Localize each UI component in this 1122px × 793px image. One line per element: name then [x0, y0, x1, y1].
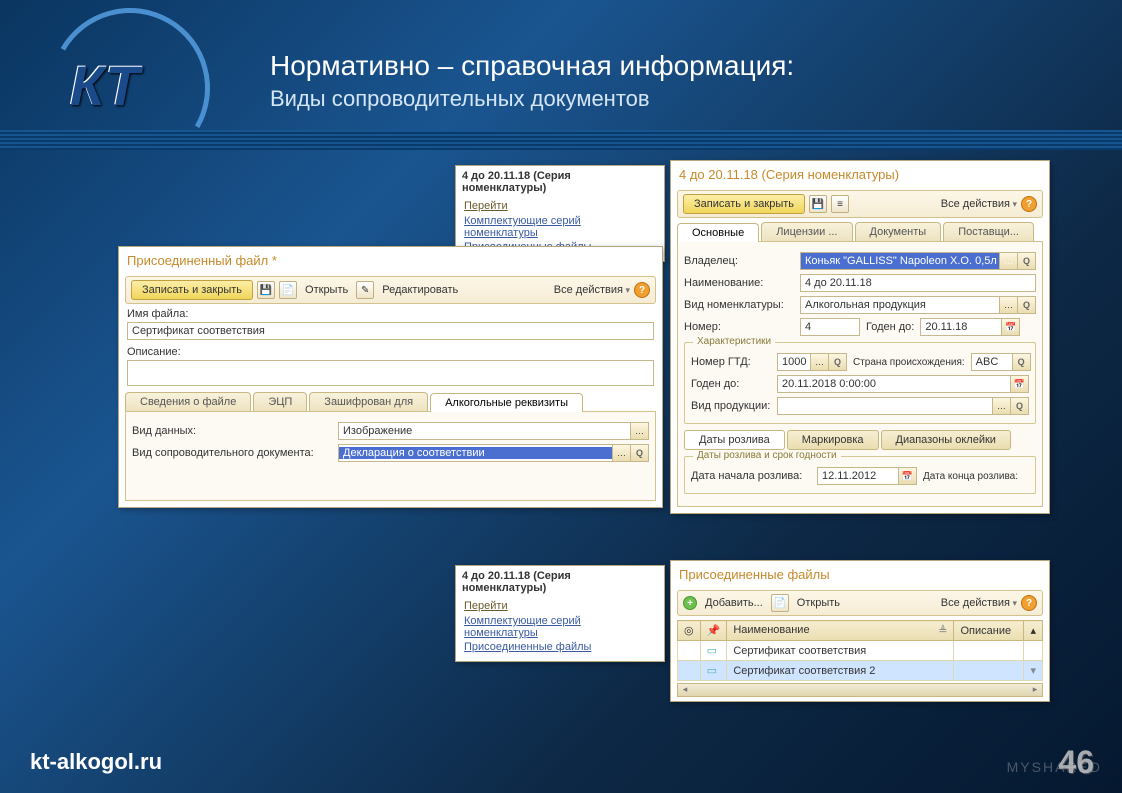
num-label: Номер: [684, 321, 794, 333]
valid2-label: Годен до: [691, 378, 771, 390]
col-name[interactable]: Наименование ≜ [727, 621, 954, 641]
pour-legend: Даты розлива и срок годности [693, 450, 841, 461]
valid-input[interactable]: 20.11.18📅 [920, 318, 1020, 336]
gtd-label: Номер ГТД: [691, 356, 771, 368]
panelA-link1[interactable]: Комплектующие серий номенклатуры [464, 215, 656, 239]
panelD-go[interactable]: Перейти [464, 600, 656, 612]
save-close-button[interactable]: Записать и закрыть [683, 194, 805, 214]
country-label: Страна происхождения: [853, 357, 965, 368]
pour-end-label: Дата конца розлива: [923, 471, 1018, 482]
tab-documents[interactable]: Документы [855, 222, 942, 241]
filename-label: Имя файла: [127, 308, 654, 320]
owner-input[interactable]: Коньяк "GALLISS" Napoleon X.O. 0,5л …Q [800, 252, 1036, 270]
h-scrollbar[interactable] [677, 683, 1043, 697]
panelD-title: 4 до 20.11.18 (Серия номенклатуры) [456, 566, 664, 598]
table-row[interactable]: ▭ Сертификат соответствия 2 ▾ [678, 661, 1043, 681]
all-actions-dd[interactable]: Все действия [554, 284, 630, 296]
panelA-go[interactable]: Перейти [464, 200, 656, 212]
help-icon[interactable]: ? [1021, 595, 1037, 611]
owner-label: Владелец: [684, 255, 794, 267]
all-actions-dd[interactable]: Все действия [941, 597, 1017, 609]
edit-label[interactable]: Редактировать [378, 284, 462, 296]
kind-input[interactable]: Алкогольная продукция …Q [800, 296, 1036, 314]
name-input[interactable]: 4 до 20.11.18 [800, 274, 1036, 292]
prodkind-label: Вид продукции: [691, 400, 771, 412]
open-file-icon[interactable]: 📄 [279, 281, 297, 299]
valid-label: Годен до: [866, 321, 914, 333]
desc-input[interactable] [127, 360, 654, 386]
gtd-input[interactable]: 1000…Q [777, 353, 847, 371]
save-icon[interactable]: 💾 [809, 195, 827, 213]
col-icon[interactable]: ◎ [678, 621, 701, 641]
name-label: Наименование: [684, 277, 794, 289]
save-close-button[interactable]: Записать и закрыть [131, 280, 253, 300]
help-icon[interactable]: ? [634, 282, 650, 298]
filename-input[interactable]: Сертификат соответствия [127, 322, 654, 340]
save-icon[interactable]: 💾 [257, 281, 275, 299]
subtab-marking[interactable]: Маркировка [787, 430, 879, 450]
doctype-input[interactable]: Декларация о соответствии …Q [338, 444, 649, 462]
tab-main[interactable]: Основные [677, 223, 759, 242]
footer-url: kt-alkogol.ru [30, 749, 162, 775]
desc-label: Описание: [127, 346, 654, 358]
help-icon[interactable]: ? [1021, 196, 1037, 212]
tab-suppliers[interactable]: Поставщи... [943, 222, 1034, 241]
subtab-pour[interactable]: Даты розлива [684, 430, 785, 450]
logo: КТ [30, 8, 250, 158]
panelD-link1[interactable]: Комплектующие серий номенклатуры [464, 615, 656, 639]
open-label[interactable]: Открыть [301, 284, 352, 296]
pour-start-input[interactable]: 12.11.2012📅 [817, 467, 917, 485]
col-pin[interactable]: 📌 [700, 621, 727, 641]
tab-ecp[interactable]: ЭЦП [253, 392, 307, 411]
datatype-input[interactable]: Изображение… [338, 422, 649, 440]
panelC-title: 4 до 20.11.18 (Серия номенклатуры) [671, 161, 1049, 186]
datatype-label: Вид данных: [132, 425, 332, 437]
edit-icon[interactable]: ✎ [356, 281, 374, 299]
country-input[interactable]: ABCQ [971, 353, 1031, 371]
panelB-title: Присоединенный файл * [119, 247, 662, 272]
tab-encrypted[interactable]: Зашифрован для [309, 392, 428, 411]
all-actions-dd[interactable]: Все действия [941, 198, 1017, 210]
prodkind-input[interactable]: …Q [777, 397, 1029, 415]
open-label[interactable]: Открыть [793, 597, 844, 609]
panelA-title: 4 до 20.11.18 (Серия номенклатуры) [456, 166, 664, 198]
panelE-title: Присоединенные файлы [671, 561, 1049, 586]
open-file-icon[interactable]: 📄 [771, 594, 789, 612]
table-row[interactable]: ▭ Сертификат соответствия [678, 641, 1043, 661]
tab-fileinfo[interactable]: Сведения о файле [125, 392, 251, 411]
kind-label: Вид номенклатуры: [684, 299, 794, 311]
pour-start-label: Дата начала розлива: [691, 470, 811, 482]
valid2-input[interactable]: 20.11.2018 0:00:00📅 [777, 375, 1029, 393]
doctype-label: Вид сопроводительного документа: [132, 447, 332, 459]
panelD-link2[interactable]: Присоединенные файлы [464, 641, 656, 653]
list-icon[interactable]: ≡ [831, 195, 849, 213]
watermark: MYSHARED [1007, 759, 1102, 775]
slide-subtitle: Виды сопроводительных документов [270, 86, 1092, 112]
slide-title: Нормативно – справочная информация: [270, 50, 1092, 82]
add-icon[interactable]: + [683, 596, 697, 610]
subtab-ranges[interactable]: Диапазоны оклейки [881, 430, 1011, 450]
num-input[interactable]: 4 [800, 318, 860, 336]
scroll-up-icon[interactable]: ▴ [1024, 621, 1043, 641]
tab-licenses[interactable]: Лицензии ... [761, 222, 852, 241]
col-desc[interactable]: Описание [954, 621, 1024, 641]
add-label[interactable]: Добавить... [701, 597, 767, 609]
tab-alcoreq[interactable]: Алкогольные реквизиты [430, 393, 583, 412]
char-legend: Характеристики [693, 336, 775, 347]
